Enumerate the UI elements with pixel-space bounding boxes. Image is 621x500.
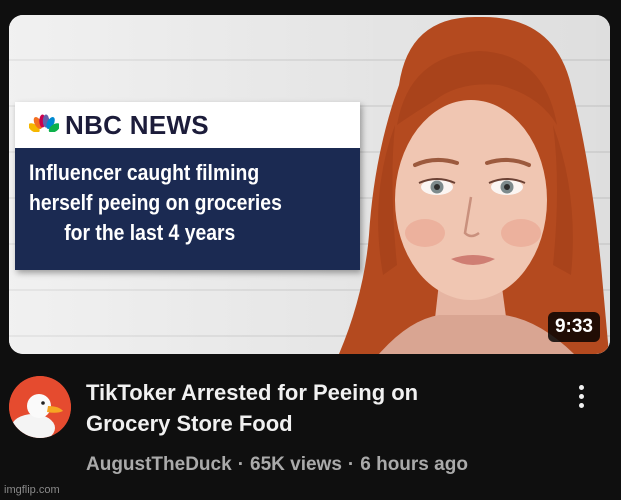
more-options-button[interactable] [568, 378, 594, 414]
channel-avatar[interactable] [9, 376, 71, 438]
news-card: NBC NEWS Influencer caught filming herse… [15, 102, 360, 270]
video-title-line-1: TikToker Arrested for Peeing on [86, 380, 419, 405]
video-thumbnail[interactable]: NBC NEWS Influencer caught filming herse… [9, 15, 610, 354]
channel-name[interactable]: AugustTheDuck [86, 454, 232, 475]
watermark: imgflip.com [4, 484, 60, 496]
upload-age: 6 hours ago [360, 454, 468, 475]
headline-line-2: herself peeing on groceries [29, 190, 282, 215]
more-vert-icon-dot [578, 402, 584, 408]
video-metadata: AugustTheDuck · 65K views · 6 hours ago [86, 454, 468, 476]
news-header: NBC NEWS [15, 102, 360, 148]
view-count: 65K views [250, 454, 342, 475]
peacock-logo-icon [29, 114, 59, 136]
video-title-line-2: Grocery Store Food [86, 411, 293, 436]
headline-line-3: for the last 4 years [64, 220, 236, 245]
duration-badge: 9:33 [547, 312, 600, 342]
mugshot-image [339, 16, 609, 354]
meta-separator: · [237, 454, 245, 475]
more-vert-icon-dot [578, 393, 584, 399]
video-title[interactable]: TikToker Arrested for Peeing on Grocery … [86, 377, 546, 439]
headline-line-1: Influencer caught filming [29, 160, 260, 185]
news-brand: NBC NEWS [65, 109, 209, 140]
meta-separator: · [347, 454, 355, 475]
video-card: NBC NEWS Influencer caught filming herse… [0, 0, 621, 500]
more-vert-icon [578, 384, 584, 390]
news-headline: Influencer caught filming herself peeing… [15, 148, 360, 270]
duck-avatar-icon [9, 376, 71, 438]
